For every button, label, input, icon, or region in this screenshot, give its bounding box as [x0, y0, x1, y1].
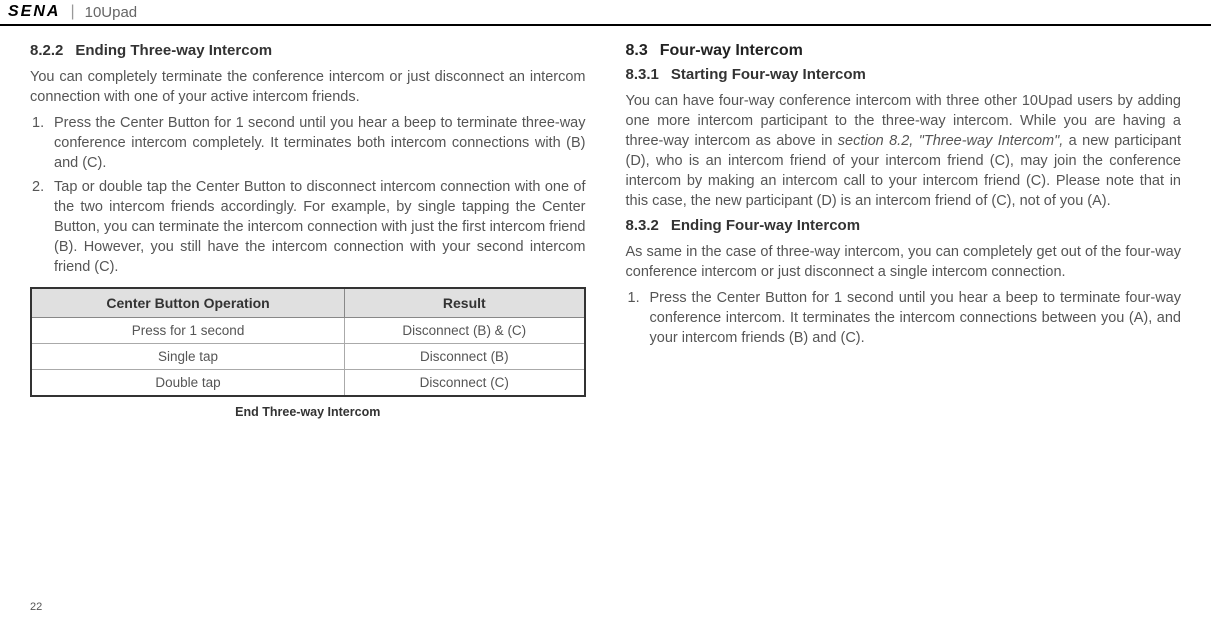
cell-result: Disconnect (B) [345, 344, 585, 370]
table-header-operation: Center Button Operation [31, 288, 345, 318]
heading-title: Ending Four-way Intercom [671, 217, 860, 234]
list-item: 2. Tap or double tap the Center Button t… [30, 177, 586, 277]
table-header-result: Result [345, 288, 585, 318]
list-item: 1. Press the Center Button for 1 second … [30, 113, 586, 173]
right-column: 8.3 Four-way Intercom 8.3.1 Starting Four-… [626, 42, 1182, 419]
list-number: 1. [30, 113, 54, 173]
heading-title: Ending Three-way Intercom [75, 42, 272, 59]
section-reference: section 8.2, "Three-way Intercom", [838, 133, 1064, 149]
heading-title: Four-way Intercom [660, 42, 803, 59]
operation-table: Center Button Operation Result Press for… [30, 287, 586, 397]
cell-operation: Double tap [31, 370, 345, 397]
subsection-heading: 8.3.1 Starting Four-way Intercom [626, 66, 1182, 83]
list-text: Press the Center Button for 1 second unt… [650, 288, 1182, 348]
left-column: 8.2.2 Ending Three-way Intercom You can c… [30, 42, 586, 419]
product-name: 10Upad [85, 4, 138, 21]
cell-operation: Single tap [31, 344, 345, 370]
list-number: 1. [626, 288, 650, 348]
section-heading: 8.3 Four-way Intercom [626, 42, 1182, 60]
paragraph: You can have four-way conference interco… [626, 91, 1182, 211]
table-caption: End Three-way Intercom [30, 405, 586, 419]
list-text: Press the Center Button for 1 second unt… [54, 113, 586, 173]
list-text: Tap or double tap the Center Button to d… [54, 177, 586, 277]
paragraph: As same in the case of three-way interco… [626, 242, 1182, 282]
table-container: Center Button Operation Result Press for… [30, 287, 586, 419]
heading-number: 8.3.1 [626, 66, 659, 83]
heading-number: 8.3 [626, 42, 648, 60]
document-header: SENA | 10Upad [0, 0, 1211, 26]
cell-result: Disconnect (B) & (C) [345, 318, 585, 344]
page-number: 22 [30, 601, 42, 613]
table-row: Single tap Disconnect (B) [31, 344, 585, 370]
heading-number: 8.3.2 [626, 217, 659, 234]
page-content: 8.2.2 Ending Three-way Intercom You can c… [0, 26, 1211, 419]
list-number: 2. [30, 177, 54, 277]
list-item: 1. Press the Center Button for 1 second … [626, 288, 1182, 348]
brand-logo: SENA [8, 3, 60, 21]
header-divider: | [70, 3, 74, 21]
heading-title: Starting Four-way Intercom [671, 66, 866, 83]
table-row: Double tap Disconnect (C) [31, 370, 585, 397]
subsection-heading: 8.3.2 Ending Four-way Intercom [626, 217, 1182, 234]
cell-result: Disconnect (C) [345, 370, 585, 397]
subsection-heading: 8.2.2 Ending Three-way Intercom [30, 42, 586, 59]
heading-number: 8.2.2 [30, 42, 63, 59]
paragraph: You can completely terminate the confere… [30, 67, 586, 107]
table-row: Press for 1 second Disconnect (B) & (C) [31, 318, 585, 344]
cell-operation: Press for 1 second [31, 318, 345, 344]
